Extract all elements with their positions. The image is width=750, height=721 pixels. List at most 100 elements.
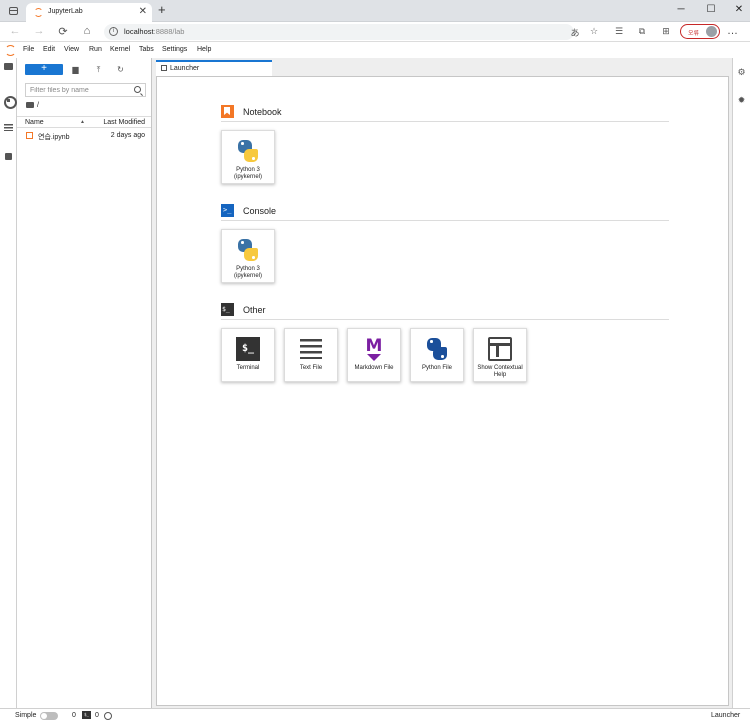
debugger-icon[interactable]: ✹ [736,95,747,106]
section-title-console: Console [243,206,277,216]
menu-run[interactable]: Run [89,46,102,53]
markdown-file-card[interactable]: M Markdown File [347,328,401,382]
search-icon [134,86,141,93]
site-info-icon[interactable]: i [109,27,118,36]
tab-launcher[interactable]: Launcher [156,60,272,76]
simple-mode-label: Simple [15,712,37,719]
menu-edit[interactable]: Edit [43,46,55,53]
column-header-modified[interactable]: Last Modified [103,119,145,126]
file-name[interactable]: 연습.ipynb [38,132,70,142]
close-window-button[interactable]: ✕ [732,4,746,15]
terminal-status-icon[interactable]: $_ [82,711,91,719]
file-browser-icon[interactable] [3,61,14,72]
close-tab-button[interactable]: ✕ [139,6,147,17]
jupyter-menubar: File Edit View Run Kernel Tabs Settings … [0,42,750,58]
sort-ascending-icon[interactable]: ▲ [80,119,85,125]
card-label: Terminal [236,365,260,371]
refresh-icon[interactable]: ↻ [116,65,125,74]
browser-tab[interactable]: JupyterLab ✕ [26,3,152,22]
back-button[interactable]: ← [8,25,22,37]
terminal-icon: $_ [236,337,260,361]
filter-files-field[interactable] [25,83,146,97]
kernels-count[interactable]: 0 [95,712,99,719]
contextual-help-icon [488,337,512,361]
tab-actions-icon[interactable] [9,7,18,15]
new-tab-button[interactable]: + [158,2,166,17]
right-sidebar: ⚙ ✹ [732,58,750,708]
jupyter-logo-icon [34,8,43,17]
running-sessions-icon[interactable] [3,95,17,109]
menu-kernel[interactable]: Kernel [110,46,130,53]
url-text: localhost:8888/lab [124,27,184,36]
browser-titlebar: JupyterLab ✕ + ─ ☐ ✕ [0,0,750,22]
favorites-list-icon[interactable]: ☰ [613,26,625,37]
upload-icon[interactable]: ⤒ [94,65,103,74]
file-modified: 2 days ago [110,132,145,139]
avatar-icon [706,26,717,37]
python-file-icon [425,337,449,361]
collections-icon[interactable]: ⊞ [660,26,672,37]
home-button[interactable]: ⌂ [80,25,94,37]
column-header-name[interactable]: Name [25,119,44,126]
menu-tabs[interactable]: Tabs [139,46,154,53]
terminals-count[interactable]: 0 [72,712,76,719]
jupyter-logo-icon [5,44,16,56]
new-folder-icon[interactable]: ▆ [71,65,80,74]
profile-label: 오류 [688,31,700,37]
menu-help[interactable]: Help [197,46,211,53]
main-dock-area: Launcher Notebook Python 3 (ipykernel) >… [152,58,732,708]
minimize-button[interactable]: ─ [674,4,688,15]
text-file-card[interactable]: Text File [284,328,338,382]
file-list-header: Name ▲ Last Modified [17,116,151,128]
table-of-contents-icon[interactable] [3,122,14,133]
file-browser-panel: + ▆ ⤒ ↻ / Name ▲ Last Modified 연습.ipynb … [17,58,152,708]
card-label: Python 3 (ipykernel) [233,266,262,279]
section-other: $_ Other [221,298,669,320]
python-file-card[interactable]: Python File [410,328,464,382]
section-title-other: Other [243,305,266,315]
forward-button[interactable]: → [32,25,46,37]
maximize-button[interactable]: ☐ [704,4,718,15]
menu-settings[interactable]: Settings [162,46,187,53]
menu-view[interactable]: View [64,46,79,53]
file-row[interactable]: 연습.ipynb 2 days ago [17,130,151,142]
launcher-tab-icon [161,65,167,71]
card-label: Python File [421,365,452,371]
extension-manager-icon[interactable] [3,151,14,162]
markdown-icon: M [362,337,386,361]
browser-toolbar: ← → ⟳ ⌂ i localhost:8888/lab あ ☆ ☰ ⧉ ⊞ 오… [0,22,750,42]
filter-files-input[interactable] [30,86,130,95]
url-host: localhost [124,27,154,36]
breadcrumb[interactable]: / [26,102,39,109]
settings-more-button[interactable]: … [727,25,738,37]
console-python3-card[interactable]: Python 3 (ipykernel) [221,229,275,283]
favorite-star-icon[interactable]: ☆ [588,26,600,37]
new-launcher-button[interactable]: + [25,64,63,75]
refresh-button[interactable]: ⟳ [56,25,70,38]
python-icon [236,139,260,163]
console-section-icon: >_ [221,204,234,217]
menu-file[interactable]: File [23,46,34,53]
split-screen-icon[interactable]: ⧉ [636,26,648,37]
section-notebook: Notebook [221,100,669,122]
active-tab-status: Launcher [711,712,741,719]
notebook-python3-card[interactable]: Python 3 (ipykernel) [221,130,275,184]
contextual-help-card[interactable]: Show Contextual Help [473,328,527,382]
read-aloud-icon[interactable]: あ [569,26,581,39]
property-inspector-icon[interactable]: ⚙ [736,67,747,78]
card-label: Python 3 (ipykernel) [233,167,262,180]
breadcrumb-root[interactable]: / [37,102,39,109]
text-file-icon [300,339,322,359]
card-label: Text File [299,365,323,371]
folder-icon [26,102,34,108]
address-bar[interactable]: i localhost:8888/lab [104,24,574,40]
url-path: :8888/lab [153,27,185,36]
launcher-panel: Notebook Python 3 (ipykernel) >_ Console… [156,76,729,706]
notebook-section-icon [221,105,234,118]
left-sidebar [0,58,17,708]
profile-button[interactable]: 오류 [680,24,720,39]
simple-mode-toggle[interactable] [40,712,58,720]
kernel-status-icon[interactable] [104,712,112,720]
browser-tab-title: JupyterLab [48,8,83,15]
terminal-card[interactable]: $_ Terminal [221,328,275,382]
